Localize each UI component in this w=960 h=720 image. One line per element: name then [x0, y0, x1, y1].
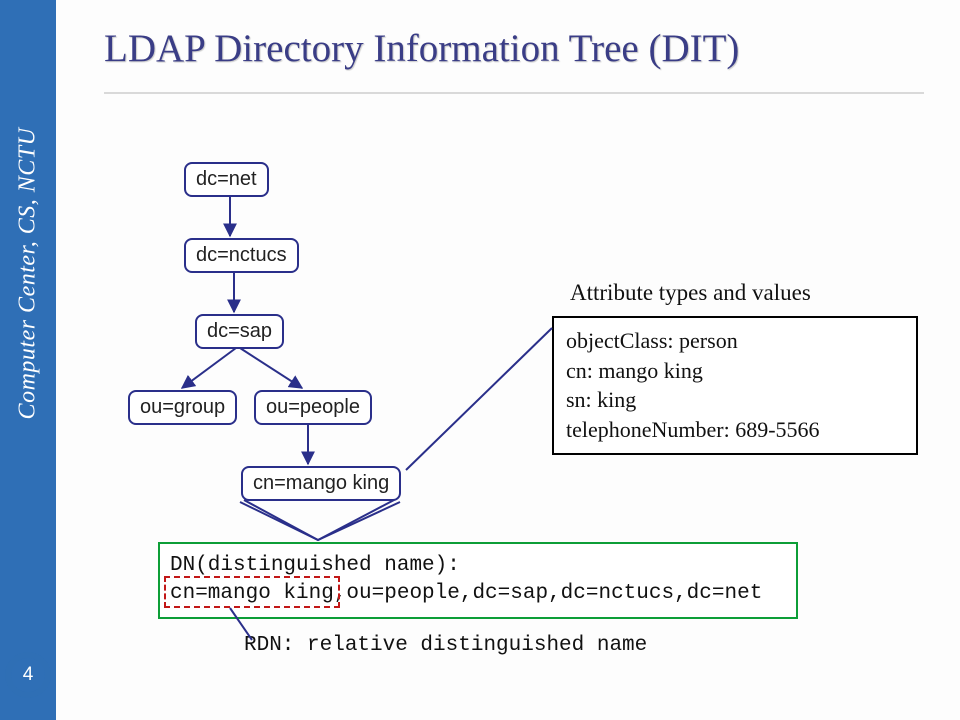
rdn-label: RDN: relative distinguished name [244, 634, 647, 657]
attr-line-3: sn: king [566, 385, 904, 415]
attr-line-4: telephoneNumber: 689-5566 [566, 415, 904, 445]
dn-rdn-part: cn=mango king [170, 582, 334, 605]
attr-header: Attribute types and values [570, 280, 811, 306]
node-dc-net: dc=net [184, 162, 269, 197]
attr-line-1: objectClass: person [566, 326, 904, 356]
sidebar-label: Computer Center, CS, NCTU [15, 128, 42, 420]
dn-value-line: cn=mango king,ou=people,dc=sap,dc=nctucs… [170, 580, 786, 608]
title-rule [104, 92, 924, 94]
node-dc-nctucs: dc=nctucs [184, 238, 299, 273]
page-title: LDAP Directory Information Tree (DIT) [104, 26, 739, 71]
attr-box: objectClass: person cn: mango king sn: k… [552, 316, 918, 455]
node-ou-people: ou=people [254, 390, 372, 425]
dn-box: DN(distinguished name): cn=mango king,ou… [158, 542, 798, 619]
attr-line-2: cn: mango king [566, 356, 904, 386]
dn-rest-part: ,ou=people,dc=sap,dc=nctucs,dc=net [334, 582, 762, 605]
node-dc-sap: dc=sap [195, 314, 284, 349]
node-cn-mango-king: cn=mango king [241, 466, 401, 501]
dn-label-line: DN(distinguished name): [170, 552, 786, 580]
node-ou-group: ou=group [128, 390, 237, 425]
page-number-badge: 4 [11, 658, 45, 692]
